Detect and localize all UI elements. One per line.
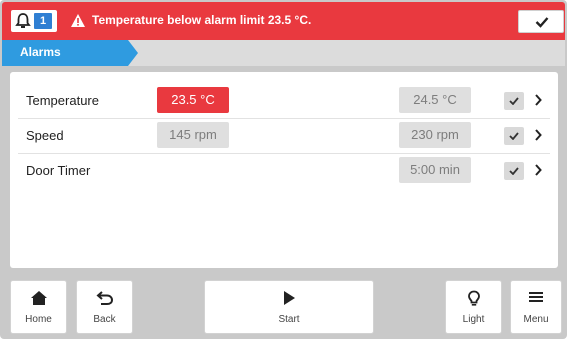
alarm-row-temperature[interactable]: Temperature 23.5 °C 24.5 °C [10,84,558,116]
back-arrow-icon [95,291,113,305]
check-icon [535,17,549,28]
back-label: Back [93,314,116,325]
chevron-right-icon[interactable] [534,129,542,141]
alarm-counter-button[interactable]: 1 [11,10,57,32]
low-limit-field[interactable]: 145 rpm [157,122,229,148]
start-button[interactable]: Start [204,280,374,334]
low-limit-field[interactable]: 23.5 °C [157,87,229,113]
device-screen: 1 Temperature below alarm limit 23.5 °C.… [0,0,567,339]
breadcrumb-label: Alarms [20,45,61,59]
warning-icon [71,14,85,27]
enable-checkbox[interactable] [504,127,524,145]
light-label: Light [462,314,485,325]
back-button[interactable]: Back [76,280,133,334]
bulb-icon [467,290,480,306]
alarm-banner: 1 Temperature below alarm limit 23.5 °C. [2,2,565,40]
high-limit-field[interactable]: 5:00 min [399,157,471,183]
alarm-row-door-timer[interactable]: Door Timer 5:00 min [10,154,558,186]
home-icon [30,291,47,305]
menu-label: Menu [523,314,549,325]
acknowledge-button[interactable] [518,10,564,33]
alarm-settings-panel: Temperature 23.5 °C 24.5 °C Speed 145 rp… [10,72,558,268]
enable-checkbox[interactable] [504,162,524,180]
high-limit-field[interactable]: 230 rpm [399,122,471,148]
menu-button[interactable]: Menu [510,280,562,334]
home-button[interactable]: Home [10,280,67,334]
start-label: Start [278,314,300,325]
breadcrumb-strip: Alarms [2,40,565,66]
row-label: Temperature [26,93,99,108]
alarm-row-speed[interactable]: Speed 145 rpm 230 rpm [10,119,558,151]
alarm-message: Temperature below alarm limit 23.5 °C. [92,13,312,27]
enable-checkbox[interactable] [504,92,524,110]
row-label: Speed [26,128,64,143]
chevron-right-icon[interactable] [534,94,542,106]
alarm-count-badge: 1 [34,13,52,29]
chevron-right-icon[interactable] [534,164,542,176]
play-icon [284,291,295,305]
hamburger-icon [529,292,543,302]
light-button[interactable]: Light [445,280,502,334]
check-icon [509,167,519,175]
check-icon [509,97,519,105]
home-label: Home [25,314,52,325]
check-icon [509,132,519,140]
row-label: Door Timer [26,163,91,178]
high-limit-field[interactable]: 24.5 °C [399,87,471,113]
bell-icon [15,13,31,28]
